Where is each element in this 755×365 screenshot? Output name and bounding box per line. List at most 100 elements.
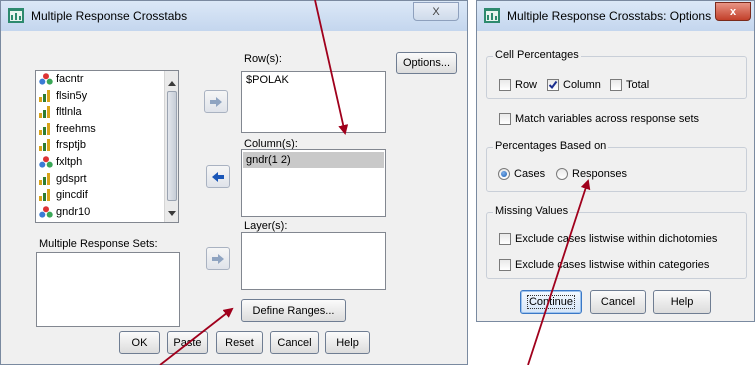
main-close-button[interactable]: X [413,2,459,21]
move-to-layers-button[interactable] [206,247,230,270]
arrow-right-icon [210,96,222,107]
cancel-button[interactable]: Cancel [270,331,319,354]
nominal-icon [39,73,53,85]
columns-list[interactable]: gndr(1 2) [241,149,386,217]
cases-radio[interactable] [498,168,510,180]
options-dialog: Multiple Response Crosstabs: Options x C… [476,0,755,322]
variable-name: gincdif [56,189,88,202]
exclude-categories-checkbox[interactable] [499,259,511,271]
cancel-button-label: Cancel [277,336,312,349]
options-button-label: Options... [402,57,451,69]
variable-list-item[interactable]: flsin5y [39,89,87,103]
variable-name: fxltph [56,156,83,168]
scroll-up-icon [168,80,176,86]
options-button[interactable]: Options... [396,52,457,74]
continue-button[interactable]: Continue [520,290,582,314]
columns-item-text: gndr(1 2) [246,154,291,166]
arrow-left-icon [212,171,224,182]
options-help-button-label: Help [670,296,694,308]
row-checkbox[interactable] [499,79,511,91]
total-checkbox[interactable] [610,79,622,91]
ok-button-label: OK [131,336,148,349]
options-close-button[interactable]: x [715,2,751,21]
responses-label[interactable]: Responses [572,168,627,180]
variable-list-item[interactable]: freehms [39,122,96,136]
exclude-dichotomies-checkbox[interactable] [499,233,511,245]
options-cancel-button[interactable]: Cancel [590,290,646,314]
help-button-label: Help [336,336,359,349]
layers-label: Layer(s): [244,220,288,232]
main-title-bar: Multiple Response Crosstabs X [1,1,467,31]
variable-name: gdsprt [56,172,87,185]
exclude-categories-label[interactable]: Exclude cases listwise within categories [515,259,709,271]
variable-list-item[interactable]: gdsprt [39,172,87,186]
mr-sets-label: Multiple Response Sets: [39,238,158,250]
options-title: Multiple Response Crosstabs: Options [507,9,712,23]
help-button[interactable]: Help [325,331,370,354]
match-variables-label[interactable]: Match variables across response sets [515,113,699,125]
scroll-up-button[interactable] [166,77,178,89]
cases-label[interactable]: Cases [514,168,545,180]
variable-list-item[interactable]: facntr [39,72,84,86]
variable-name: flsin5y [56,89,88,102]
column-checkbox[interactable] [547,79,559,91]
total-label[interactable]: Total [626,79,649,91]
scale-icon [39,172,50,185]
arrow-right-icon [212,253,224,264]
checkmark-icon [548,80,558,90]
percentages-based-on-legend: Percentages Based on [493,140,609,152]
scale-icon [39,189,50,202]
variable-name: facntr [56,73,84,85]
reset-button-label: Reset [225,336,254,349]
move-from-columns-button[interactable] [206,165,230,188]
variable-list-item[interactable]: gincdif [39,188,88,202]
variable-list-item[interactable]: fltlnla [39,105,82,119]
close-icon: X [432,5,440,18]
options-cancel-button-label: Cancel [600,296,636,308]
scale-icon [39,106,50,119]
options-title-bar: Multiple Response Crosstabs: Options x [477,1,754,31]
variable-name: gndr10 [56,205,91,218]
scale-icon [39,122,50,135]
define-ranges-button-label: Define Ranges... [252,304,335,317]
row-label[interactable]: Row [515,79,537,91]
continue-button-label: Continue [526,295,576,309]
rows-item[interactable]: $POLAK [246,74,289,86]
paste-button-label: Paste [173,336,202,349]
cell-percentages-legend: Cell Percentages [493,49,581,61]
rows-label: Row(s): [244,53,282,65]
options-help-button[interactable]: Help [653,290,711,314]
exclude-dichotomies-label[interactable]: Exclude cases listwise within dichotomie… [515,233,717,245]
ok-button[interactable]: OK [119,331,160,354]
cell-percentages-group: Cell Percentages [486,49,747,99]
reset-button[interactable]: Reset [216,331,263,354]
variable-name: freehms [56,122,96,135]
scale-icon [39,139,50,152]
variable-list-item[interactable]: gndr10 [39,205,90,219]
column-label[interactable]: Column [563,79,601,91]
nominal-icon [39,156,53,168]
variable-name: frsptjb [56,139,86,152]
main-dialog: Multiple Response Crosstabs X facntr flsi… [0,0,468,365]
rows-list[interactable]: $POLAK [241,71,386,133]
paste-button[interactable]: Paste [167,331,208,354]
app-icon [8,8,24,23]
define-ranges-button[interactable]: Define Ranges... [241,299,346,322]
responses-radio[interactable] [556,168,568,180]
variable-list-item[interactable]: fxltph [39,155,82,169]
scroll-thumb[interactable] [167,91,177,201]
scale-icon [39,89,50,102]
match-variables-checkbox[interactable] [499,113,511,125]
move-to-rows-button[interactable] [204,90,228,113]
close-icon: x [729,5,737,18]
app-icon [484,8,500,23]
variable-list-item[interactable]: frsptjb [39,138,86,152]
main-title: Multiple Response Crosstabs [31,9,188,23]
mr-sets-list[interactable] [36,252,180,327]
variable-list-scrollbar[interactable] [164,71,178,222]
variable-list[interactable]: facntr flsin5y fltlnla freehms frsptjb fxltph… [35,70,179,223]
scroll-down-icon [168,210,176,216]
scroll-down-button[interactable] [166,207,178,219]
layers-list[interactable] [241,232,386,290]
columns-item[interactable]: gndr(1 2) [243,152,384,168]
